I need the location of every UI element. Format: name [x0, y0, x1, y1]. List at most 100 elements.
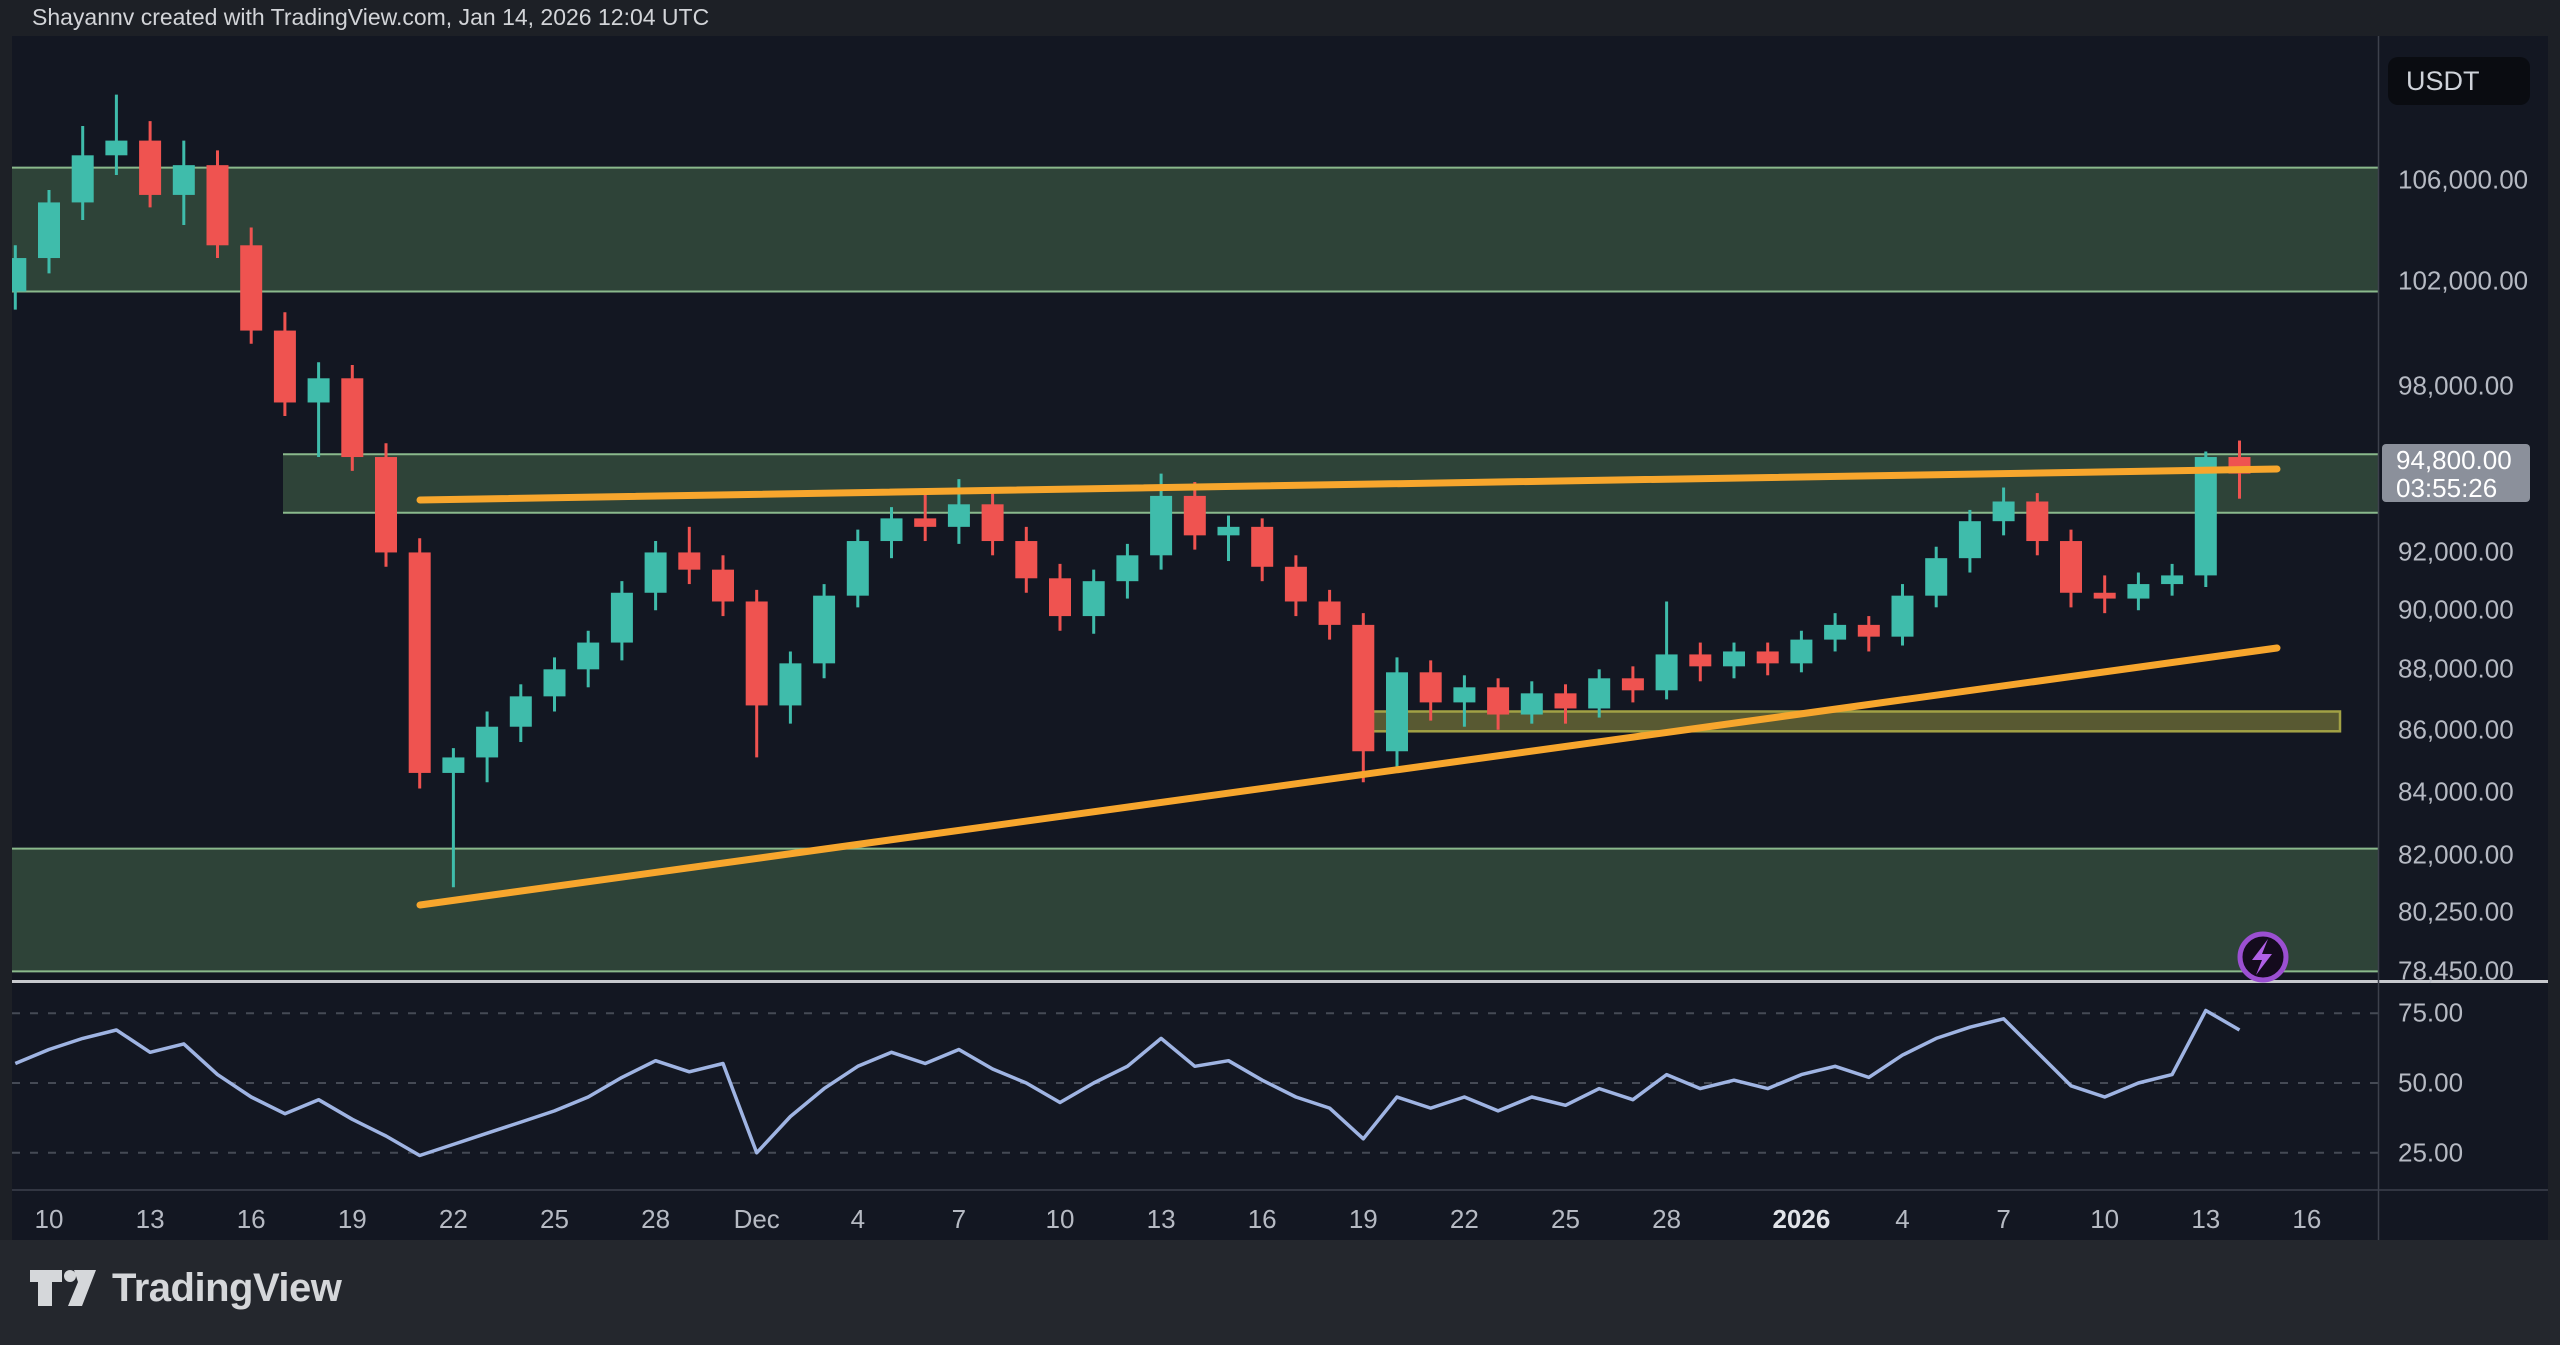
- candle-body: [813, 596, 835, 664]
- time-tick-7: 7: [952, 1204, 966, 1235]
- time-tick-10: 10: [1046, 1204, 1075, 1235]
- candle-body: [1993, 501, 2015, 521]
- time-tick-28: 28: [641, 1204, 670, 1235]
- candle-body: [881, 518, 903, 541]
- candle-body: [1622, 678, 1644, 690]
- time-tick-13: 13: [136, 1204, 165, 1235]
- candle-body: [341, 378, 363, 457]
- current-price-value: 94,800.00: [2396, 446, 2530, 474]
- candle-body: [1689, 654, 1711, 666]
- price-tick-88,000.00: 88,000.00: [2398, 654, 2514, 685]
- candle-body: [645, 552, 667, 592]
- time-tick-28: 28: [1652, 1204, 1681, 1235]
- candle-body: [2195, 457, 2217, 575]
- candle-body: [240, 245, 262, 330]
- candle-body: [2094, 593, 2116, 599]
- time-tick-25: 25: [540, 1204, 569, 1235]
- candle-body: [914, 518, 936, 526]
- candle-body: [1521, 693, 1543, 714]
- time-tick-22: 22: [439, 1204, 468, 1235]
- tradingview-logo[interactable]: TradingView: [28, 1264, 341, 1312]
- candle-body: [105, 141, 127, 156]
- chart-area[interactable]: 106,000.00102,000.0098,000.0092,000.0090…: [12, 36, 2548, 1240]
- candle-body: [1757, 651, 1779, 663]
- tradingview-chart-window: Shayannv created with TradingView.com, J…: [0, 0, 2560, 1345]
- time-tick-2026: 2026: [1772, 1204, 1830, 1235]
- time-tick-16: 16: [2292, 1204, 2321, 1235]
- candle-body: [1015, 541, 1037, 578]
- candle-body: [779, 663, 801, 705]
- candle-body: [544, 669, 566, 696]
- tradingview-logo-icon: [28, 1264, 98, 1312]
- candle-body: [712, 570, 734, 602]
- symbol-pill[interactable]: USDT: [2388, 57, 2530, 105]
- time-tick-16: 16: [237, 1204, 266, 1235]
- price-plot-canvas[interactable]: [12, 36, 2548, 1240]
- candle-body: [1352, 625, 1374, 751]
- candle-body: [1723, 651, 1745, 666]
- demand-zone-bottom[interactable]: [12, 849, 2378, 972]
- price-tick-98,000.00: 98,000.00: [2398, 371, 2514, 402]
- candle-body: [1925, 558, 1947, 596]
- candle-body: [1218, 527, 1240, 536]
- candle-body: [1487, 687, 1509, 714]
- bottom-bar: TradingView: [0, 1240, 2560, 1345]
- support-box[interactable]: [1372, 711, 2340, 731]
- candle-body: [1251, 527, 1273, 567]
- price-tick-82,000.00: 82,000.00: [2398, 840, 2514, 871]
- time-tick-10: 10: [2090, 1204, 2119, 1235]
- candle-body: [1588, 678, 1610, 708]
- time-tick-4: 4: [851, 1204, 865, 1235]
- price-tick-84,000.00: 84,000.00: [2398, 776, 2514, 807]
- candle-body: [2060, 541, 2082, 593]
- time-tick-19: 19: [1349, 1204, 1378, 1235]
- attribution-text: Shayannv created with TradingView.com, J…: [0, 0, 2560, 36]
- candle-body: [847, 541, 869, 596]
- symbol-pill-label: USDT: [2406, 66, 2480, 96]
- rsi-tick-25.00: 25.00: [2398, 1137, 2463, 1168]
- candle-body: [207, 165, 229, 245]
- candle-body: [1150, 496, 1172, 555]
- rsi-tick-50.00: 50.00: [2398, 1068, 2463, 1099]
- candle-body: [139, 141, 161, 195]
- time-tick-19: 19: [338, 1204, 367, 1235]
- time-tick-Dec: Dec: [734, 1204, 780, 1235]
- time-tick-16: 16: [1248, 1204, 1277, 1235]
- candle-body: [1555, 693, 1577, 708]
- candle-body: [1420, 672, 1442, 702]
- candle-body: [510, 696, 532, 726]
- time-tick-4: 4: [1895, 1204, 1909, 1235]
- candle-body: [746, 601, 768, 705]
- supply-zone-top[interactable]: [12, 168, 2378, 292]
- candle-body: [1116, 555, 1138, 581]
- current-price-label: 94,800.00 03:55:26: [2382, 444, 2530, 502]
- candle-body: [982, 504, 1004, 541]
- candle-body: [948, 504, 970, 527]
- time-tick-22: 22: [1450, 1204, 1479, 1235]
- candle-body: [274, 331, 296, 403]
- candle-body: [1285, 567, 1307, 602]
- time-tick-13: 13: [2191, 1204, 2220, 1235]
- candle-body: [38, 202, 60, 258]
- candle-body: [1892, 596, 1914, 637]
- candle-body: [577, 643, 599, 670]
- candle-body: [2161, 575, 2183, 584]
- candle-body: [1790, 640, 1812, 664]
- candle-body: [678, 552, 700, 569]
- candle-body: [308, 378, 330, 402]
- candle-body: [72, 155, 94, 202]
- candle-body: [2026, 501, 2048, 541]
- candle-body: [1656, 654, 1678, 690]
- time-tick-7: 7: [1996, 1204, 2010, 1235]
- price-tick-92,000.00: 92,000.00: [2398, 537, 2514, 568]
- candle-body: [1049, 578, 1071, 616]
- price-tick-86,000.00: 86,000.00: [2398, 714, 2514, 745]
- time-tick-10: 10: [35, 1204, 64, 1235]
- candle-body: [1824, 625, 1846, 640]
- candle-body: [1858, 625, 1880, 637]
- candle-countdown: 03:55:26: [2396, 474, 2530, 502]
- candle-body: [1083, 581, 1105, 616]
- candle-body: [611, 593, 633, 643]
- price-tick-106,000.00: 106,000.00: [2398, 165, 2528, 196]
- candle-body: [1184, 496, 1206, 535]
